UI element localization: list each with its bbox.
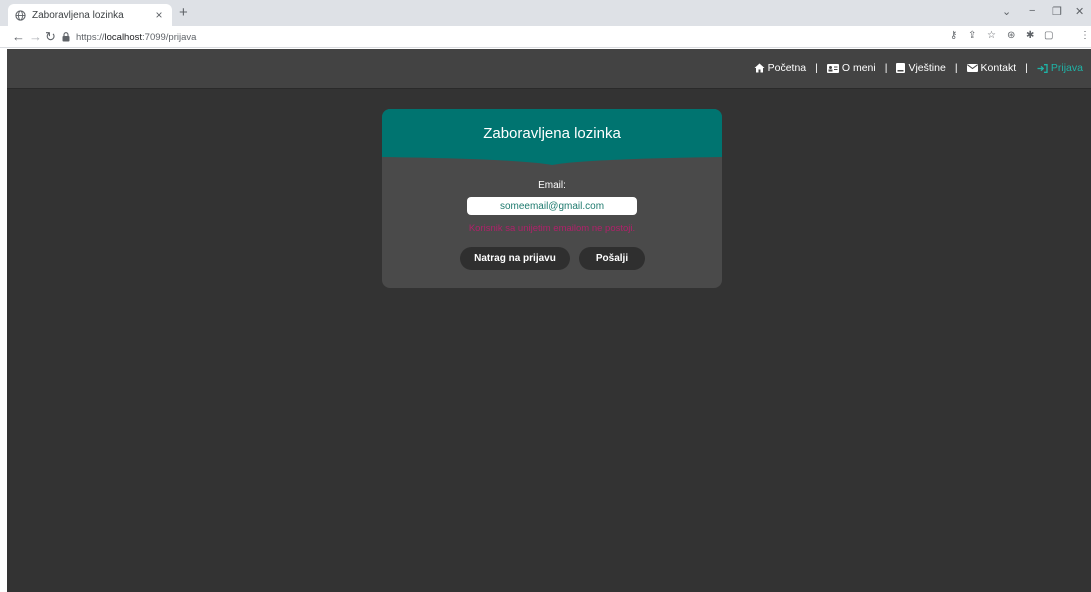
nav-item-vjestine[interactable]: Vještine	[896, 62, 946, 74]
card-title: Zaboravljena lozinka	[483, 124, 621, 142]
puzzle-icon[interactable]: ✱	[1026, 30, 1034, 41]
nav-separator: |	[954, 62, 958, 74]
nav-separator: |	[1025, 62, 1028, 74]
url-path: :7099/prijava	[142, 31, 197, 43]
extension-icon[interactable]: ⊛	[1007, 30, 1015, 41]
side-panel-icon[interactable]: ▢	[1044, 30, 1053, 41]
lock-icon	[62, 32, 70, 42]
url-field[interactable]: https://localhost:7099/prijava	[62, 30, 196, 44]
nav-item-label: Prijava	[1050, 62, 1083, 74]
nav-item-pocetna[interactable]: Početna	[754, 62, 807, 74]
tab-title: Zaboravljena lozinka	[32, 9, 124, 21]
send-button[interactable]: Pošalji	[579, 247, 645, 270]
nav-item-label: Kontakt	[980, 62, 1017, 74]
error-message: Korisnik sa unijetim emailom ne postoji.	[468, 223, 636, 234]
book-icon	[896, 63, 906, 73]
header-notch	[382, 157, 722, 165]
browser-tab-bar: Zaboravljena lozinka × + ⌄ − ❐ ✕	[0, 0, 1091, 26]
back-to-login-button[interactable]: Natrag na prijavu	[460, 247, 570, 270]
nav-separator: |	[884, 62, 888, 74]
site-navbar: Početna | O meni | Vještine | Kontakt | …	[7, 49, 1091, 89]
nav-item-label: Vještine	[908, 62, 946, 74]
nav-item-label: Početna	[767, 62, 807, 74]
home-icon	[754, 63, 765, 73]
browser-tab[interactable]: Zaboravljena lozinka ×	[8, 4, 172, 26]
forward-arrow-icon[interactable]: →	[29, 29, 42, 45]
nav-item-kontakt[interactable]: Kontakt	[966, 62, 1017, 74]
sign-in-icon	[1037, 63, 1048, 73]
address-bar-row: ← → ↻ https://localhost:7099/prijava ⚷ ⇪…	[0, 26, 1091, 69]
email-field[interactable]	[467, 197, 637, 215]
email-label: Email:	[538, 180, 566, 191]
close-window-button[interactable]: ✕	[1075, 5, 1084, 18]
key-icon[interactable]: ⚷	[950, 30, 957, 41]
share-icon[interactable]: ⇪	[968, 30, 976, 41]
page-viewport: Početna | O meni | Vještine | Kontakt | …	[7, 49, 1091, 592]
envelope-icon	[966, 64, 978, 72]
maximize-button[interactable]: ❐	[1052, 5, 1062, 18]
tab-search-icon[interactable]: ⌄	[1002, 5, 1011, 18]
globe-icon	[14, 9, 26, 21]
nav-item-o-meni[interactable]: O meni	[826, 62, 876, 74]
nav-separator: |	[815, 62, 818, 74]
forgot-password-card: Zaboravljena lozinka Email: Korisnik sa …	[382, 109, 722, 288]
back-arrow-icon[interactable]: ←	[12, 29, 25, 45]
card-header: Zaboravljena lozinka	[382, 109, 722, 157]
reload-icon[interactable]: ↻	[45, 29, 56, 45]
nav-links: Početna | O meni | Vještine | Kontakt | …	[754, 62, 1083, 74]
minimize-button[interactable]: −	[1029, 5, 1035, 17]
new-tab-button[interactable]: +	[179, 5, 188, 21]
close-tab-icon[interactable]: ×	[152, 8, 166, 22]
url-host: localhost	[104, 31, 143, 43]
nav-item-label: O meni	[841, 62, 876, 74]
id-card-icon	[826, 63, 839, 73]
bookmark-star-icon[interactable]: ☆	[987, 30, 996, 41]
url-scheme: https://	[76, 31, 105, 43]
nav-item-prijava[interactable]: Prijava	[1037, 62, 1083, 74]
menu-kebab-icon[interactable]: ⋮	[1080, 30, 1090, 41]
